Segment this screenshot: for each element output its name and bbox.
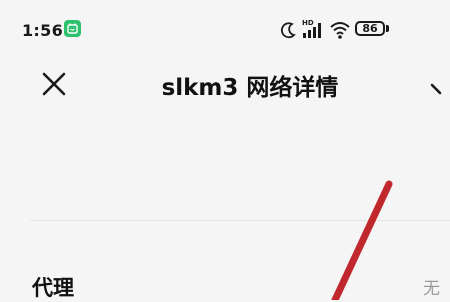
- app-notification-icon: [64, 20, 81, 37]
- confirm-button[interactable]: [428, 70, 450, 100]
- hd-label: HD: [302, 19, 314, 27]
- wifi-icon: [330, 22, 350, 39]
- proxy-setting-row[interactable]: 代理 无: [0, 262, 450, 300]
- battery-icon: 86: [355, 21, 385, 36]
- do-not-disturb-icon: [281, 22, 296, 39]
- checkmark-icon: [430, 83, 442, 95]
- section-divider: [30, 220, 450, 221]
- status-bar: 1:56 HD 86: [0, 0, 450, 56]
- battery-level: 86: [362, 22, 378, 35]
- header-bar: slkm3 网络详情: [0, 56, 450, 116]
- proxy-value: 无: [423, 279, 440, 299]
- page-title: slkm3 网络详情: [161, 75, 339, 101]
- cellular-signal-icon: HD: [302, 19, 321, 38]
- proxy-label: 代理: [32, 276, 74, 300]
- status-time: 1:56: [22, 21, 63, 40]
- battery-tip: [386, 25, 389, 32]
